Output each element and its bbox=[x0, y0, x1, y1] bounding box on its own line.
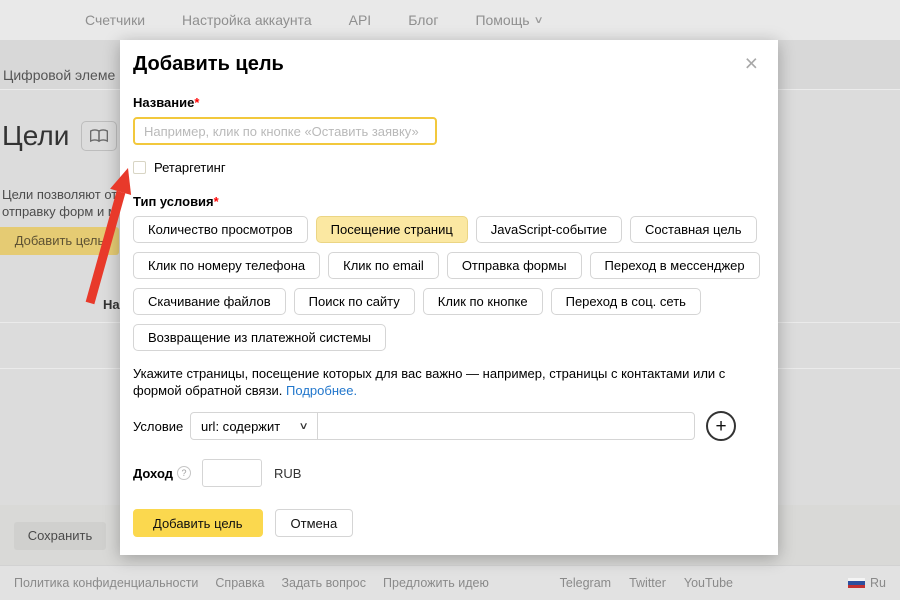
chip-composite-goal[interactable]: Составная цель bbox=[630, 216, 757, 243]
pages-hint-text: Укажите страницы, посещение которых для … bbox=[133, 366, 725, 398]
close-icon[interactable]: × bbox=[745, 52, 758, 75]
retargeting-label: Ретаргетинг bbox=[154, 160, 226, 175]
condition-type-row-2: Клик по номеру телефона Клик по email От… bbox=[133, 252, 758, 279]
chip-email-click[interactable]: Клик по email bbox=[328, 252, 439, 279]
language-label: Ru bbox=[870, 576, 886, 590]
required-asterisk: * bbox=[194, 95, 199, 110]
name-field-label: Название* bbox=[133, 95, 758, 110]
more-details-link[interactable]: Подробнее. bbox=[286, 383, 357, 398]
nav-item-account-settings[interactable]: Настройка аккаунта bbox=[182, 12, 312, 28]
nav-item-counters[interactable]: Счетчики bbox=[85, 12, 145, 28]
condition-value-input[interactable] bbox=[317, 412, 695, 440]
background-add-goal-button[interactable]: Добавить цель bbox=[0, 227, 119, 255]
russian-flag-icon bbox=[848, 578, 865, 589]
submit-add-goal-button[interactable]: Добавить цель bbox=[133, 509, 263, 537]
page: Счетчики Настройка аккаунта API Блог Пом… bbox=[0, 0, 900, 600]
chip-messenger[interactable]: Переход в мессенджер bbox=[590, 252, 760, 279]
income-row: Доход ? RUB bbox=[133, 459, 758, 487]
top-navigation: Счетчики Настройка аккаунта API Блог Пом… bbox=[0, 0, 900, 40]
footer-link-ask-question[interactable]: Задать вопрос bbox=[281, 576, 366, 590]
page-title: Цели bbox=[2, 120, 69, 152]
income-label: Доход bbox=[133, 466, 173, 481]
condition-type-row-4: Возвращение из платежной системы bbox=[133, 324, 758, 351]
condition-type-row-3: Скачивание файлов Поиск по сайту Клик по… bbox=[133, 288, 758, 315]
goals-description-line2: отправку форм и м bbox=[2, 204, 117, 219]
url-operator-value: url: содержит bbox=[201, 419, 280, 434]
docs-book-button[interactable] bbox=[81, 121, 117, 151]
footer: Политика конфиденциальности Справка Зада… bbox=[0, 565, 900, 600]
modal-title: Добавить цель bbox=[133, 53, 758, 76]
chip-file-download[interactable]: Скачивание файлов bbox=[133, 288, 286, 315]
required-asterisk: * bbox=[214, 194, 219, 209]
breadcrumb: Цифровой элеме bbox=[3, 67, 115, 83]
chip-site-search[interactable]: Поиск по сайту bbox=[294, 288, 415, 315]
nav-help-label: Помощь bbox=[475, 12, 529, 28]
condition-type-label: Тип условия* bbox=[133, 194, 758, 209]
pages-hint: Укажите страницы, посещение которых для … bbox=[133, 365, 775, 399]
save-button[interactable]: Сохранить bbox=[14, 522, 106, 550]
chip-social-network[interactable]: Переход в соц. сеть bbox=[551, 288, 701, 315]
language-selector[interactable]: Ru bbox=[848, 576, 886, 590]
footer-link-suggest-idea[interactable]: Предложить идею bbox=[383, 576, 489, 590]
chip-page-visit[interactable]: Посещение страниц bbox=[316, 216, 468, 243]
name-label-text: Название bbox=[133, 95, 194, 110]
goal-name-input[interactable] bbox=[133, 117, 437, 145]
footer-link-telegram[interactable]: Telegram bbox=[560, 576, 611, 590]
chevron-down-icon: ∨ bbox=[533, 15, 543, 26]
footer-link-help[interactable]: Справка bbox=[215, 576, 264, 590]
chip-form-submit[interactable]: Отправка формы bbox=[447, 252, 582, 279]
chip-button-click[interactable]: Клик по кнопке bbox=[423, 288, 543, 315]
footer-link-twitter[interactable]: Twitter bbox=[629, 576, 666, 590]
book-icon bbox=[89, 129, 109, 143]
chip-phone-click[interactable]: Клик по номеру телефона bbox=[133, 252, 320, 279]
chip-javascript-event[interactable]: JavaScript-событие bbox=[476, 216, 622, 243]
retargeting-checkbox[interactable] bbox=[133, 161, 146, 174]
footer-link-youtube[interactable]: YouTube bbox=[684, 576, 733, 590]
modal-actions: Добавить цель Отмена bbox=[133, 509, 758, 537]
condition-label: Условие bbox=[133, 419, 190, 434]
currency-label: RUB bbox=[274, 466, 301, 481]
help-icon[interactable]: ? bbox=[177, 466, 191, 480]
goals-description-line1: Цели позволяют от bbox=[2, 187, 117, 202]
url-operator-select[interactable]: url: содержит ∨ bbox=[190, 412, 318, 440]
chevron-down-icon: ∨ bbox=[298, 421, 308, 432]
condition-type-row-1: Количество просмотров Посещение страниц … bbox=[133, 216, 758, 243]
page-title-row: Цели bbox=[2, 120, 117, 152]
add-goal-modal: Добавить цель × Название* Ретаргетинг Ти… bbox=[120, 40, 778, 555]
add-condition-button[interactable]: + bbox=[706, 411, 736, 441]
condition-row: Условие url: содержит ∨ + bbox=[133, 411, 758, 441]
income-input[interactable] bbox=[202, 459, 262, 487]
chip-payment-return[interactable]: Возвращение из платежной системы bbox=[133, 324, 386, 351]
chip-pageview-count[interactable]: Количество просмотров bbox=[133, 216, 308, 243]
condition-type-label-text: Тип условия bbox=[133, 194, 214, 209]
nav-item-api[interactable]: API bbox=[349, 12, 372, 28]
nav-item-help[interactable]: Помощь ∨ bbox=[475, 12, 541, 28]
footer-link-privacy[interactable]: Политика конфиденциальности bbox=[14, 576, 198, 590]
cancel-button[interactable]: Отмена bbox=[275, 509, 354, 537]
nav-item-blog[interactable]: Блог bbox=[408, 12, 438, 28]
goals-table-header: На bbox=[103, 297, 120, 312]
